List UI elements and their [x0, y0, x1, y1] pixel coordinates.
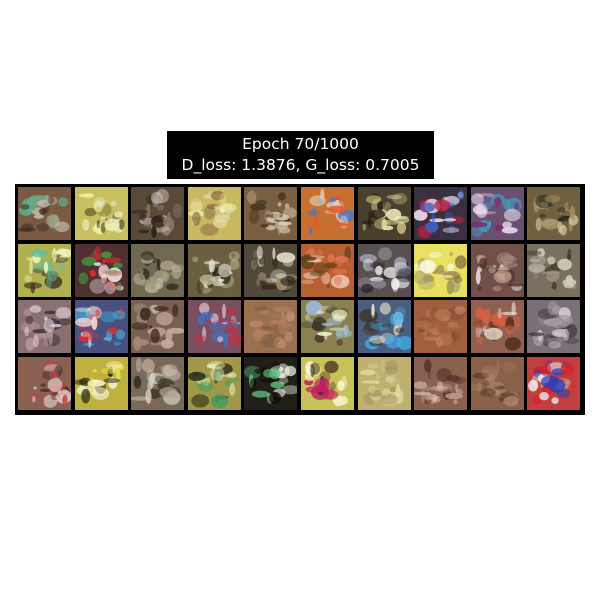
figure-title: Epoch 70/1000 D_loss: 1.3876, G_loss: 0.… [167, 131, 434, 179]
figure: Epoch 70/1000 D_loss: 1.3876, G_loss: 0.… [0, 0, 600, 600]
loss-label: D_loss: 1.3876, G_loss: 0.7005 [181, 156, 420, 174]
sample-image [357, 187, 411, 240]
sample-image [357, 356, 411, 410]
sample-image [18, 300, 71, 354]
generated-samples-grid [15, 184, 585, 415]
sample-image [18, 243, 71, 297]
sample-image [301, 356, 354, 410]
sample-image [244, 243, 298, 297]
sample-image [470, 243, 524, 297]
sample-image [470, 356, 524, 410]
epoch-label: Epoch 70/1000 [242, 135, 359, 153]
sample-image [414, 187, 468, 240]
sample-image [244, 187, 298, 240]
sample-image [301, 187, 354, 240]
sample-image [74, 243, 128, 297]
sample-image [527, 187, 581, 240]
sample-image [301, 300, 354, 354]
sample-image [244, 300, 298, 354]
sample-image [74, 356, 128, 410]
sample-image [414, 300, 468, 354]
sample-image [357, 243, 411, 297]
sample-image [18, 356, 71, 410]
sample-image [244, 356, 298, 410]
sample-image [18, 187, 71, 240]
sample-image [527, 243, 581, 297]
sample-image [470, 187, 524, 240]
sample-image [187, 300, 241, 354]
sample-image [414, 243, 468, 297]
sample-image [131, 300, 185, 354]
sample-image [131, 243, 185, 297]
sample-image [131, 187, 185, 240]
sample-image [527, 356, 581, 410]
sample-image [414, 356, 468, 410]
sample-image [187, 243, 241, 297]
sample-image [131, 356, 185, 410]
sample-image [187, 187, 241, 240]
sample-image [527, 300, 581, 354]
sample-image [74, 187, 128, 240]
sample-image [187, 356, 241, 410]
sample-image [357, 300, 411, 354]
sample-image [470, 300, 524, 354]
sample-image [301, 243, 354, 297]
sample-image [74, 300, 128, 354]
